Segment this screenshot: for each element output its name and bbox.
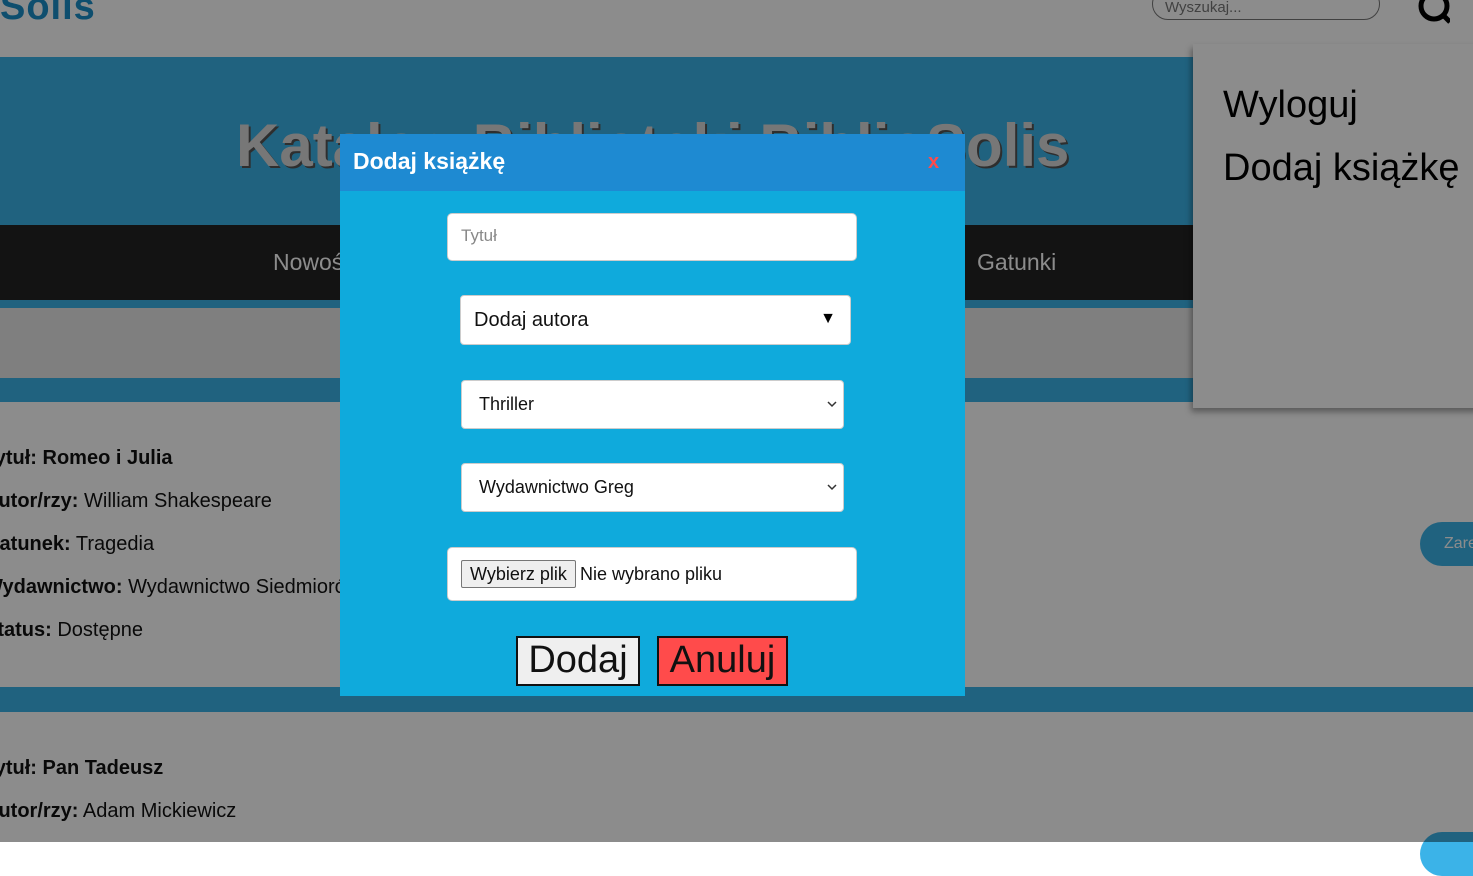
choose-file-button[interactable]: Wybierz plik	[461, 560, 576, 588]
modal-title: Dodaj książkę	[353, 148, 506, 174]
close-icon[interactable]: x	[928, 151, 939, 174]
genre-select[interactable]: Thriller	[461, 380, 844, 429]
file-upload-field: Wybierz plik Nie wybrano pliku	[447, 547, 857, 601]
cancel-button[interactable]: Anuluj	[657, 636, 788, 686]
chevron-down-icon	[827, 484, 837, 491]
add-button[interactable]: Dodaj	[516, 636, 640, 686]
genre-select-value: Thriller	[479, 394, 535, 414]
author-select-value: Dodaj autora	[474, 309, 589, 331]
publisher-select-value: Wydawnictwo Greg	[479, 477, 634, 497]
author-select[interactable]: Dodaj autora ▼	[460, 295, 851, 345]
file-status: Nie wybrano pliku	[580, 564, 723, 584]
modal-header: Dodaj książkę x	[340, 134, 965, 191]
triangle-down-icon: ▼	[820, 310, 836, 327]
chevron-down-icon	[827, 401, 837, 408]
add-book-modal: Dodaj książkę x Tytuł Dodaj autora ▼ Thr…	[340, 134, 965, 696]
publisher-select[interactable]: Wydawnictwo Greg	[461, 463, 844, 512]
title-input[interactable]: Tytuł	[447, 213, 857, 261]
